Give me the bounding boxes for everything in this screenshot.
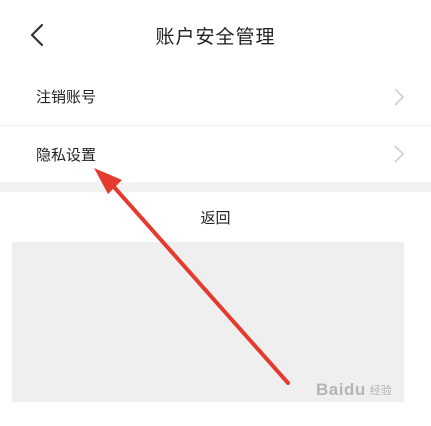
- return-button[interactable]: 返回: [0, 192, 431, 242]
- list-item-label: 隐私设置: [36, 145, 97, 164]
- list-item-privacy-settings[interactable]: 隐私设置: [0, 125, 431, 182]
- settings-list: 注销账号 隐私设置: [0, 68, 431, 182]
- bottom-strip: [0, 402, 431, 426]
- list-item-cancel-account[interactable]: 注销账号: [0, 68, 431, 125]
- watermark: Baidu 经验: [316, 380, 392, 400]
- content-area: [12, 242, 404, 402]
- chevron-right-icon: [394, 88, 404, 105]
- header-bar: 账户安全管理: [0, 0, 431, 68]
- list-item-label: 注销账号: [36, 88, 97, 106]
- watermark-sub: 经验: [369, 385, 392, 397]
- watermark-text: Baidu: [316, 380, 366, 399]
- chevron-right-icon: [394, 145, 404, 163]
- return-button-label: 返回: [200, 208, 231, 227]
- page-title: 账户安全管理: [155, 26, 276, 48]
- section-divider: [0, 182, 431, 192]
